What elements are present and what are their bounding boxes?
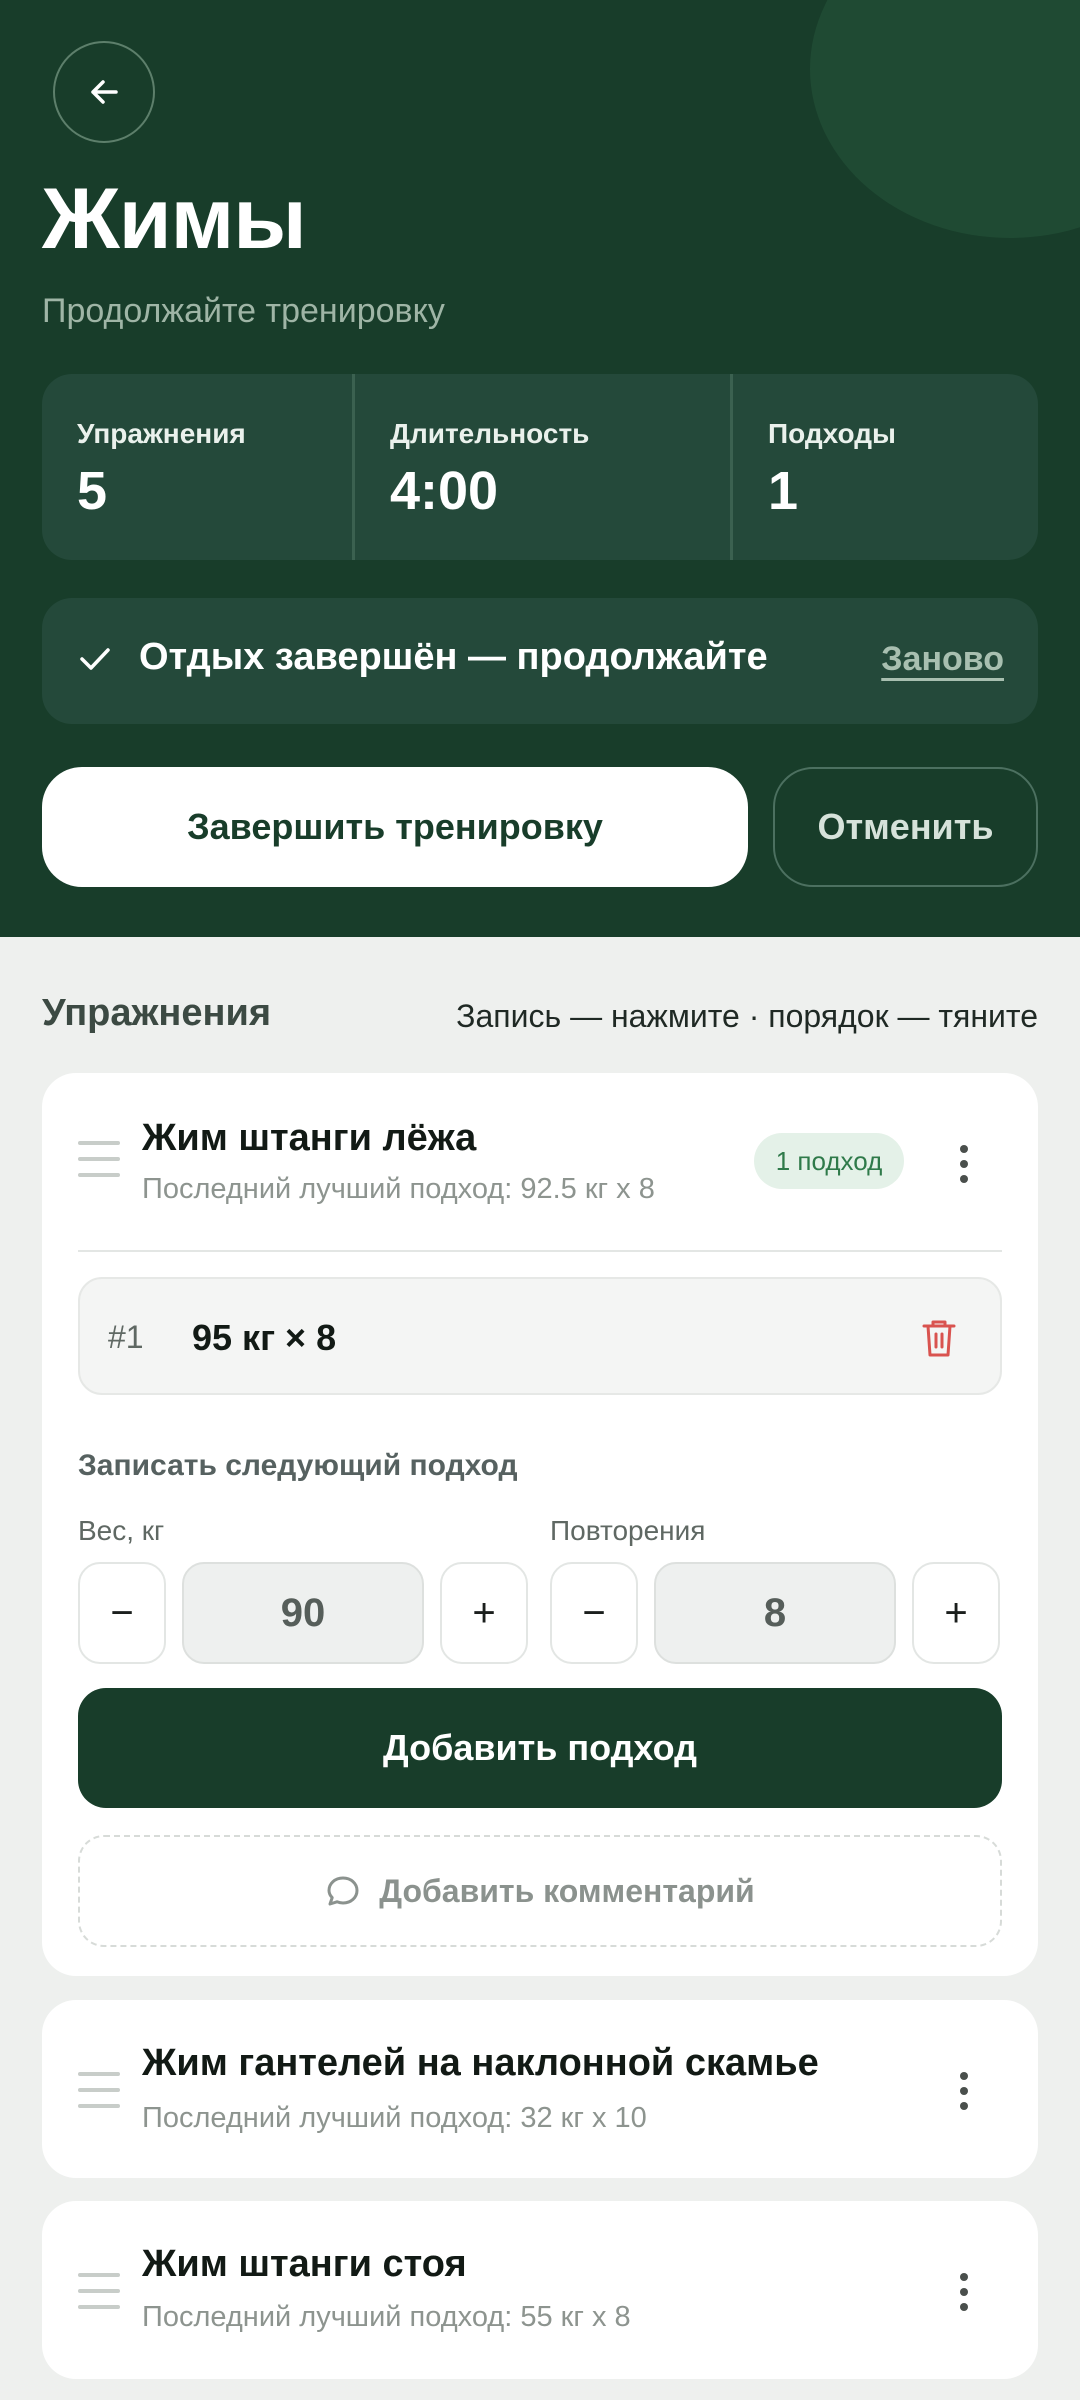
- page-title: Жимы: [42, 171, 307, 267]
- more-options-icon[interactable]: [954, 2072, 974, 2117]
- stat-duration: Длительность 4:00: [352, 374, 730, 560]
- drag-handle-icon[interactable]: [78, 2072, 120, 2120]
- exercise-name: Жим штанги лёжа: [142, 1117, 477, 1159]
- stats-panel: Упражнения 5 Длительность 4:00 Подходы 1: [42, 374, 1038, 560]
- more-options-icon[interactable]: [954, 2273, 974, 2318]
- reps-input[interactable]: 8: [654, 1562, 896, 1664]
- rest-status-bar: Отдых завершён — продолжайте Заново: [42, 598, 1038, 724]
- weight-decrease-button[interactable]: −: [78, 1562, 166, 1664]
- trash-icon[interactable]: [920, 1317, 958, 1359]
- stat-value: 4:00: [390, 461, 499, 521]
- more-options-icon[interactable]: [954, 1145, 974, 1190]
- rest-status-text: Отдых завершён — продолжайте: [139, 636, 768, 678]
- reps-increase-button[interactable]: +: [912, 1562, 1000, 1664]
- sets-count-badge: 1 подход: [754, 1133, 904, 1189]
- decorative-circle: [810, 0, 1080, 238]
- stat-label: Упражнения: [77, 418, 246, 449]
- exercise-last-best: Последний лучший подход: 32 кг x 10: [142, 2102, 647, 2134]
- next-set-label: Записать следующий подход: [78, 1449, 518, 1482]
- set-value: 95 кг × 8: [192, 1317, 337, 1358]
- comment-icon: [327, 1876, 359, 1906]
- weight-input[interactable]: 90: [182, 1562, 424, 1664]
- restart-rest-link[interactable]: Заново: [881, 640, 1004, 679]
- exercise-card[interactable]: Жим гантелей на наклонной скамье Последн…: [42, 2000, 1038, 2178]
- exercise-name: Жим гантелей на наклонной скамье: [142, 2042, 819, 2084]
- cancel-workout-button[interactable]: Отменить: [773, 767, 1038, 887]
- finish-workout-button[interactable]: Завершить тренировку: [42, 767, 748, 887]
- set-number: #1: [108, 1319, 144, 1355]
- divider: [78, 1250, 1002, 1252]
- stat-value: 1: [768, 461, 799, 521]
- page-subtitle: Продолжайте тренировку: [42, 292, 445, 330]
- exercises-section-title: Упражнения: [42, 992, 272, 1034]
- exercise-last-best: Последний лучший подход: 55 кг x 8: [142, 2301, 631, 2333]
- check-icon: [80, 648, 110, 670]
- weight-label: Вес, кг: [78, 1515, 165, 1546]
- stat-label: Подходы: [768, 418, 896, 449]
- weight-increase-button[interactable]: +: [440, 1562, 528, 1664]
- back-button[interactable]: [53, 41, 155, 143]
- workout-header: Жимы Продолжайте тренировку Упражнения 5…: [0, 0, 1080, 937]
- stat-exercises: Упражнения 5: [42, 374, 352, 560]
- reps-decrease-button[interactable]: −: [550, 1562, 638, 1664]
- exercise-last-best: Последний лучший подход: 92.5 кг x 8: [142, 1173, 655, 1205]
- logged-set-row: #1 95 кг × 8: [78, 1277, 1002, 1395]
- exercise-name: Жим штанги стоя: [142, 2243, 467, 2285]
- stat-label: Длительность: [390, 418, 590, 449]
- exercise-card[interactable]: Жим штанги стоя Последний лучший подход:…: [42, 2201, 1038, 2379]
- add-comment-label: Добавить комментарий: [379, 1872, 755, 1909]
- drag-handle-icon[interactable]: [78, 2273, 120, 2321]
- stat-sets: Подходы 1: [730, 374, 1038, 560]
- add-set-button[interactable]: Добавить подход: [78, 1688, 1002, 1808]
- exercise-card[interactable]: Жим штанги лёжа Последний лучший подход:…: [42, 1073, 1038, 1976]
- stat-value: 5: [77, 461, 108, 521]
- reps-label: Повторения: [550, 1515, 706, 1546]
- add-comment-button[interactable]: Добавить комментарий: [78, 1835, 1002, 1947]
- arrow-left-icon: [91, 80, 118, 104]
- exercises-section-hint: Запись — нажмите · порядок — тяните: [456, 998, 1038, 1034]
- drag-handle-icon[interactable]: [78, 1141, 120, 1189]
